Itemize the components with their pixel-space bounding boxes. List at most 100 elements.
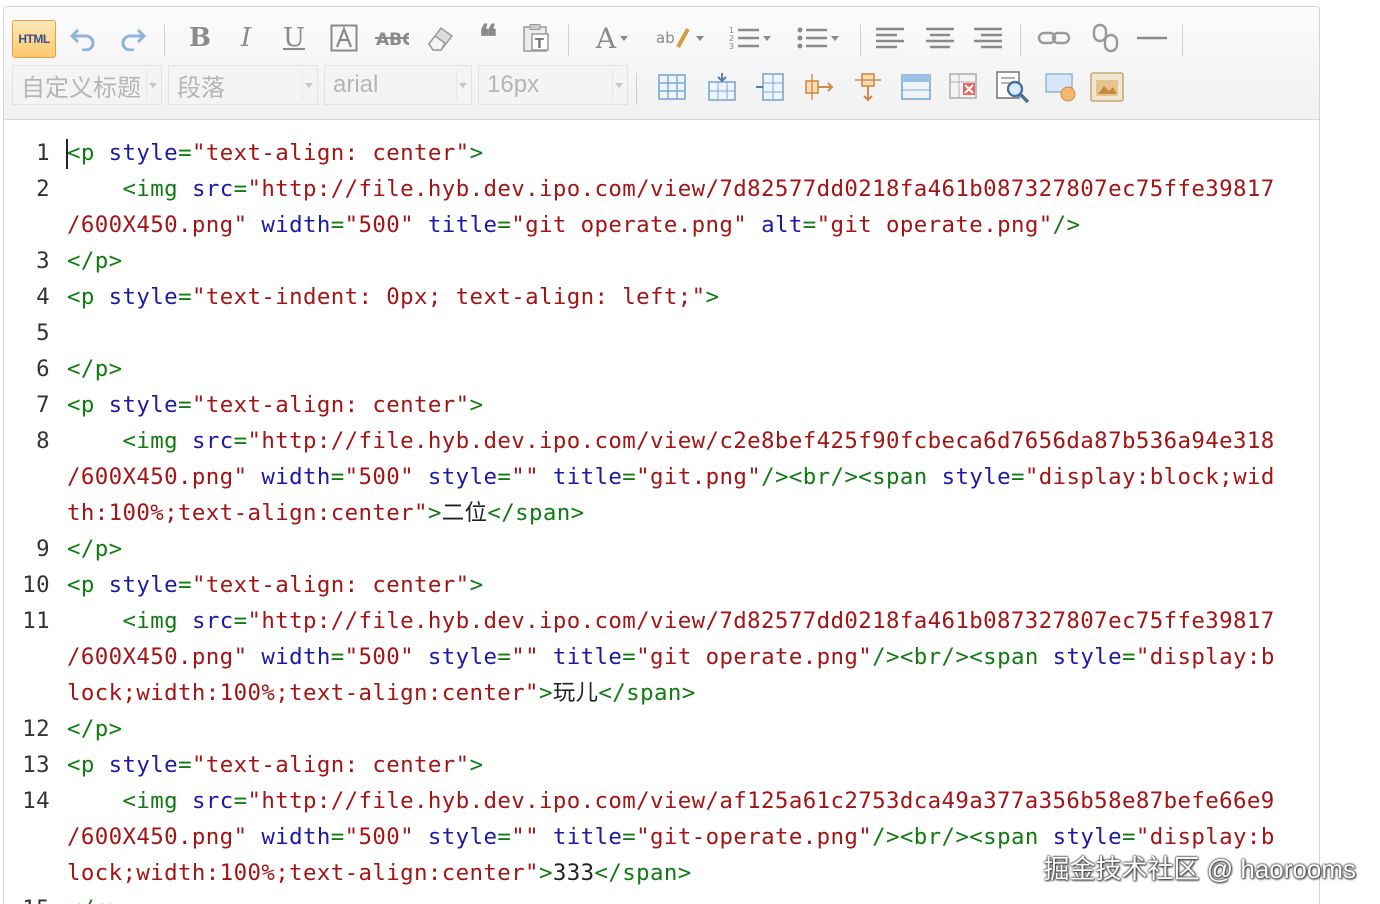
unordered-list-button[interactable] bbox=[790, 20, 846, 56]
horizontal-rule-button[interactable] bbox=[1134, 20, 1170, 56]
svg-text:3: 3 bbox=[729, 42, 734, 51]
background-color-button[interactable]: ab bbox=[650, 20, 710, 56]
code-token-text: 玩儿 bbox=[552, 680, 599, 706]
merge-down-icon bbox=[855, 73, 881, 102]
insert-media-button[interactable] bbox=[1088, 69, 1126, 105]
code-token-tag: = bbox=[330, 644, 345, 670]
link-icon bbox=[1037, 31, 1071, 45]
bold-button[interactable]: B bbox=[182, 20, 218, 56]
merge-down-button[interactable] bbox=[850, 69, 886, 105]
code-token-tag: <img bbox=[67, 428, 192, 454]
undo-icon bbox=[70, 28, 95, 51]
code-token-tag: </span> bbox=[487, 500, 585, 526]
strikethrough-button[interactable]: ABC bbox=[374, 20, 410, 56]
code-token-tag: > bbox=[469, 572, 484, 598]
insert-column-button[interactable] bbox=[752, 69, 788, 105]
redo-button[interactable] bbox=[114, 20, 150, 56]
code-token-attr: style bbox=[108, 392, 179, 418]
line-number: 14 bbox=[22, 788, 50, 814]
ordered-list-button[interactable]: 123 bbox=[722, 20, 778, 56]
font-size-select[interactable]: 16px bbox=[478, 65, 628, 105]
paragraph-select[interactable]: 段落 bbox=[168, 65, 318, 105]
underline-button[interactable]: U bbox=[276, 20, 312, 56]
code-token-attr: style bbox=[108, 284, 179, 310]
code-token-text: 二位 bbox=[441, 500, 488, 526]
font-border-button[interactable] bbox=[326, 20, 362, 56]
code-token-tag: = bbox=[802, 212, 817, 238]
ordered-list-icon: 123 bbox=[729, 26, 759, 51]
code-token-tag: > bbox=[538, 680, 553, 706]
code-token-attr: width bbox=[261, 212, 331, 238]
font-family-value: arial bbox=[333, 71, 379, 98]
line-content: /600X450.png" width="500" title="git ope… bbox=[67, 207, 1080, 243]
code-token-val: "text-align: center" bbox=[191, 572, 470, 598]
blockquote-button[interactable]: ❝ bbox=[470, 18, 506, 58]
align-right-button[interactable] bbox=[970, 20, 1006, 56]
insert-column-icon bbox=[756, 73, 784, 101]
line-number: 9 bbox=[36, 536, 50, 562]
code-token-val: /600X450.png" bbox=[67, 464, 262, 490]
italic-button[interactable]: I bbox=[228, 20, 264, 56]
code-token-tag: > bbox=[469, 140, 484, 166]
toolbar-separator bbox=[860, 24, 861, 56]
code-token-val: th:100%;text-align:center" bbox=[67, 500, 428, 526]
paragraph-value: 段落 bbox=[177, 74, 225, 102]
html-source-button[interactable]: HTML bbox=[12, 20, 56, 58]
line-number: 11 bbox=[22, 608, 50, 634]
chevron-down-icon bbox=[696, 35, 704, 41]
code-token-tag: /><br/><span bbox=[872, 644, 1053, 670]
insert-table-button[interactable] bbox=[654, 69, 690, 105]
font-family-select[interactable]: arial bbox=[324, 65, 472, 105]
code-token-attr: width bbox=[261, 464, 331, 490]
svg-text:T: T bbox=[535, 37, 544, 52]
insert-row-button[interactable] bbox=[704, 69, 740, 105]
code-token-tag: = bbox=[330, 464, 345, 490]
code-token-attr: title bbox=[552, 824, 623, 850]
code-token-val: "http://file.hyb.dev.ipo.com/view/af125a… bbox=[247, 788, 1275, 814]
table-properties-button[interactable] bbox=[898, 69, 934, 105]
paste-text-button[interactable]: T bbox=[518, 20, 554, 56]
line-number: 7 bbox=[36, 392, 50, 418]
insert-image-button[interactable] bbox=[1042, 69, 1080, 105]
line-content: </p> bbox=[67, 891, 123, 904]
code-token-val: lock;width:100%;text-align:center" bbox=[67, 860, 539, 886]
line-content: /600X450.png" width="500" style="" title… bbox=[67, 459, 1275, 495]
code-token-tag: > bbox=[427, 500, 442, 526]
code-token-tag: </p> bbox=[67, 248, 123, 274]
search-replace-button[interactable] bbox=[994, 69, 1032, 105]
line-content: th:100%;text-align:center">二位</span> bbox=[67, 495, 585, 531]
align-right-icon bbox=[974, 27, 1002, 49]
font-color-button[interactable]: A bbox=[586, 20, 638, 56]
line-number: 6 bbox=[36, 356, 50, 382]
chevron-down-icon bbox=[459, 83, 467, 88]
code-token-tag: = bbox=[330, 824, 345, 850]
custom-title-select[interactable]: 自定义标题 bbox=[12, 65, 162, 105]
code-token-val: lock;width:100%;text-align:center" bbox=[67, 680, 539, 706]
font-border-icon bbox=[330, 24, 358, 52]
align-left-button[interactable] bbox=[872, 20, 908, 56]
svg-text:ABC: ABC bbox=[376, 30, 409, 50]
code-token-attr: src bbox=[191, 428, 234, 454]
code-token-attr: style bbox=[427, 824, 498, 850]
link-button[interactable] bbox=[1034, 20, 1074, 56]
code-token-val: "display:block;wid bbox=[1024, 464, 1275, 490]
source-code-area[interactable]: 1 <p style="text-align: center"> 2 <img sr… bbox=[4, 119, 1319, 904]
code-token-attr: style bbox=[1052, 644, 1122, 670]
code-token-val: "text-align: center" bbox=[191, 392, 470, 418]
font-color-icon: A bbox=[595, 21, 617, 55]
eraser-button[interactable] bbox=[422, 20, 458, 56]
font-size-value: 16px bbox=[487, 71, 540, 98]
code-token-tag: <p bbox=[67, 140, 109, 166]
code-token-attr: src bbox=[191, 176, 234, 202]
code-token-val: "text-align: center" bbox=[191, 140, 470, 166]
code-token-tag: </span> bbox=[594, 860, 692, 886]
line-content: <p style="text-align: center"> bbox=[67, 747, 483, 783]
undo-button[interactable] bbox=[66, 20, 102, 56]
align-center-button[interactable] bbox=[922, 20, 958, 56]
code-token-tag: = bbox=[622, 824, 637, 850]
code-token-tag: = bbox=[1122, 644, 1136, 670]
merge-right-button[interactable] bbox=[802, 69, 838, 105]
delete-table-button[interactable] bbox=[946, 69, 982, 105]
unlink-button[interactable] bbox=[1086, 20, 1126, 56]
code-token-tag: <p bbox=[67, 572, 109, 598]
